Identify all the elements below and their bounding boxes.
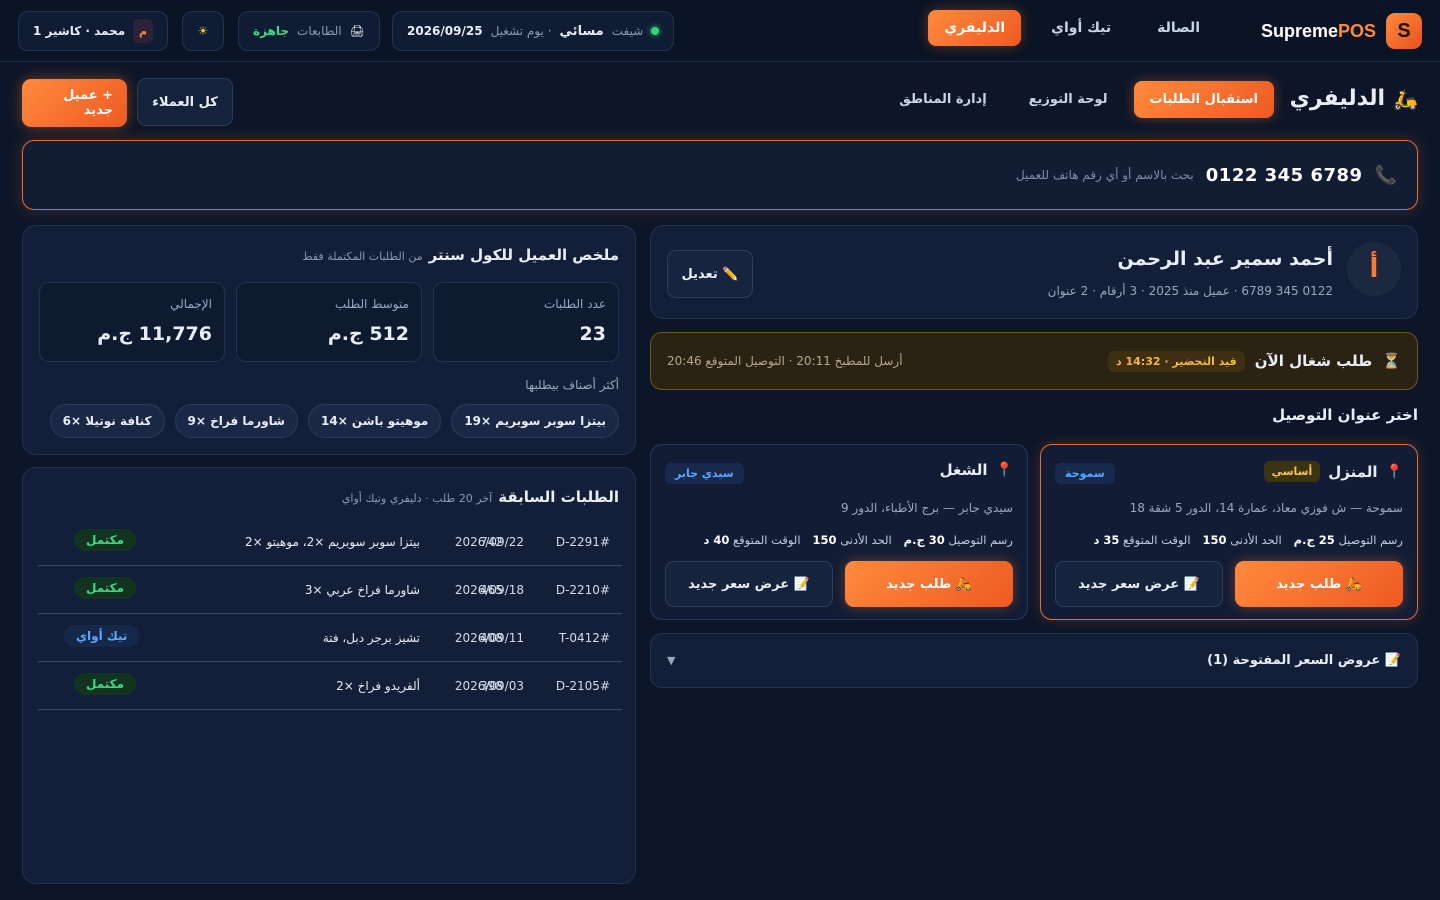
table-row[interactable]: #D-2291 2026/09/22 بيتزا سوبر سوبريم ×2،… [38,518,622,566]
address-title: الشغل [939,461,988,479]
address-stats: رسم التوصيل 25 ج.م الحد الأدنى 150 الوقت… [1093,533,1403,547]
customer-name: أحمد سمير عبد الرحمن [1117,248,1333,270]
business-date: 2026/09/25 [407,24,483,38]
brand-name: SupremePOS [1260,20,1376,41]
printer-icon: 🖨 [349,24,365,38]
address-title: المنزل [1328,462,1378,481]
user-name: محمد · كاشير 1 [33,24,126,38]
scooter-icon: 🛵 [1393,86,1418,111]
pin-icon: 📍 [995,462,1013,478]
sub-tabs: استقبال الطلبات لوحة التوزيع إدارة المنا… [883,81,1274,118]
pin-icon: 📍 [1385,463,1403,480]
status-badge: تيك أواي [64,625,140,647]
active-order-title: طلب شغال الآن [1254,352,1373,370]
brand: S SupremePOS [1261,13,1422,49]
user-chip[interactable]: م محمد · كاشير 1 [18,11,168,51]
user-avatar: م [133,19,153,43]
orders-title: الطلبات السابقة [498,488,619,506]
new-quote-button[interactable]: 📝 عرض سعر جديد [665,561,833,607]
search-placeholder: بحث بالاسم أو أي رقم هاتف للعميل [1015,168,1194,182]
stat-average-order: متوسط الطلب 512 ج.م [236,282,422,362]
printers-chip[interactable]: 🖨 الطابعات جاهزة [238,11,380,51]
zone-badge: سموحة [1055,463,1115,484]
sun-icon: ☀ [197,24,209,38]
customer-summary-panel: ملخص العميل للكول سنتر من الطلبات المكتم… [22,225,636,455]
table-row[interactable]: #D-2105 2026/09/03 ألفريدو فراخ ×2 398 م… [38,662,622,710]
address-card-work[interactable]: 📍 الشغل سيدي جابر سيدي جابر — برج الأطبا… [650,444,1028,620]
nav-takeaway[interactable]: تيك أواي [1035,10,1127,46]
shift-status-dot [651,27,660,35]
address-card-home[interactable]: 📍 المنزل أساسي سموحة سموحة — ش فوزي معاذ… [1040,444,1418,620]
zone-badge: سيدي جابر [665,463,744,484]
stat-total: الإجمالي 11,776 ج.م [39,282,225,362]
shift-chip: شيفت مسائي · يوم تشغيل 2026/09/25 [392,11,675,51]
new-customer-button[interactable]: + عميل جديد [22,79,127,127]
order-total: 742 [480,535,503,549]
status-badge: مكتمل [74,673,137,695]
brand-logo: S [1386,13,1422,49]
hourglass-icon: ⏳ [1382,352,1401,370]
top-nav: الصالة تيك أواي الدليفري [928,10,1216,46]
preparing-badge: قيد التحضير · 14:32 د [1108,350,1245,372]
chevron-down-icon: ▼ [667,654,676,667]
orders-table: #D-2291 2026/09/22 بيتزا سوبر سوبريم ×2،… [38,518,622,710]
summary-title: ملخص العميل للكول سنتر [428,246,619,264]
status-badge: مكتمل [74,529,137,551]
page-title: 🛵 الدليفري [1289,86,1418,111]
top-bar: S SupremePOS الصالة تيك أواي الدليفري شي… [0,0,1440,62]
customer-meta: 0122 345 6789 · عميل منذ 2025 · 3 أرقام … [1047,284,1333,298]
customer-search[interactable]: 📞 0122 345 6789 بحث بالاسم أو أي رقم هات… [22,140,1418,210]
customer-avatar: أ [1347,242,1401,296]
active-order-times: أرسل للمطبخ 20:11 · التوصيل المتوقع 20:4… [667,354,903,368]
summary-subtitle: من الطلبات المكتملة فقط [302,250,423,263]
order-total: 398 [480,679,503,693]
favorite-item[interactable]: موهيتو باشن ×14 [307,404,442,438]
tab-dispatch-board[interactable]: لوحة التوزيع [1013,81,1124,118]
addresses-heading: اختر عنوان التوصيل [1272,406,1418,424]
address-stats: رسم التوصيل 30 ج.م الحد الأدنى 150 الوقت… [703,533,1013,547]
phone-icon: 📞 [1374,164,1397,186]
tab-order-intake[interactable]: استقبال الطلبات [1133,81,1274,118]
table-row[interactable]: #D-2210 2026/09/18 شاورما فراخ عربي ×3 4… [38,566,622,614]
order-id: #D-2210 [555,583,610,597]
new-order-button[interactable]: 🛵 طلب جديد [1235,561,1403,607]
theme-toggle[interactable]: ☀ [182,11,224,51]
order-total: 465 [480,583,503,597]
favorite-item[interactable]: شاورما فراخ ×9 [174,404,298,438]
stat-orders-count: عدد الطلبات 23 [433,282,619,362]
order-total: 408 [480,631,503,645]
order-items: تشيز برجر دبل، فتة [322,631,420,645]
favorite-item[interactable]: بيتزا سوبر سوبريم ×19 [451,404,619,438]
order-items: بيتزا سوبر سوبريم ×2، موهيتو ×2 [244,535,420,549]
table-row[interactable]: #T-0412 2026/09/11 تشيز برجر دبل، فتة 40… [38,614,622,662]
printers-status: جاهزة [253,24,290,38]
primary-tag: أساسي [1263,461,1321,482]
new-order-button[interactable]: 🛵 طلب جديد [845,561,1013,607]
order-items: ألفريدو فراخ ×2 [336,679,420,693]
order-items: شاورما فراخ عربي ×3 [304,583,420,597]
orders-subtitle: آخر 20 طلب · دليفري وتيك أواي [341,492,493,505]
search-input[interactable]: 0122 345 6789 [1206,165,1363,186]
active-order-banner[interactable]: ⏳ طلب شغال الآن قيد التحضير · 14:32 د أر… [650,332,1418,390]
favorites-list: بيتزا سوبر سوبريم ×19 موهيتو باشن ×14 شا… [49,404,619,438]
nav-dine-in[interactable]: الصالة [1141,10,1216,46]
nav-delivery[interactable]: الدليفري [928,10,1022,46]
address-line: سيدي جابر — برج الأطباء، الدور 9 [840,501,1013,515]
all-customers-button[interactable]: كل العملاء [137,78,233,126]
customer-card: أ أحمد سمير عبد الرحمن 0122 345 6789 · ع… [650,225,1418,319]
open-quotes-toggle[interactable]: 📝 عروض السعر المفتوحة (1) ▼ [650,633,1418,688]
favorites-label: أكثر أصناف بيطلبها [525,378,619,392]
order-id: #D-2105 [555,679,610,693]
new-quote-button[interactable]: 📝 عرض سعر جديد [1055,561,1223,607]
order-id: #D-2291 [555,535,610,549]
order-id: #T-0412 [558,631,610,645]
status-badge: مكتمل [74,577,137,599]
edit-customer-button[interactable]: ✏️ تعديل [667,250,753,298]
favorite-item[interactable]: كنافة نوتيلا ×6 [49,404,165,438]
address-line: سموحة — ش فوزي معاذ، عمارة 14، الدور 5 ش… [1129,501,1403,515]
open-quotes-title: 📝 عروض السعر المفتوحة (1) [1207,653,1401,668]
tab-zones[interactable]: إدارة المناطق [883,81,1002,118]
shift-period: مسائي [559,23,604,39]
